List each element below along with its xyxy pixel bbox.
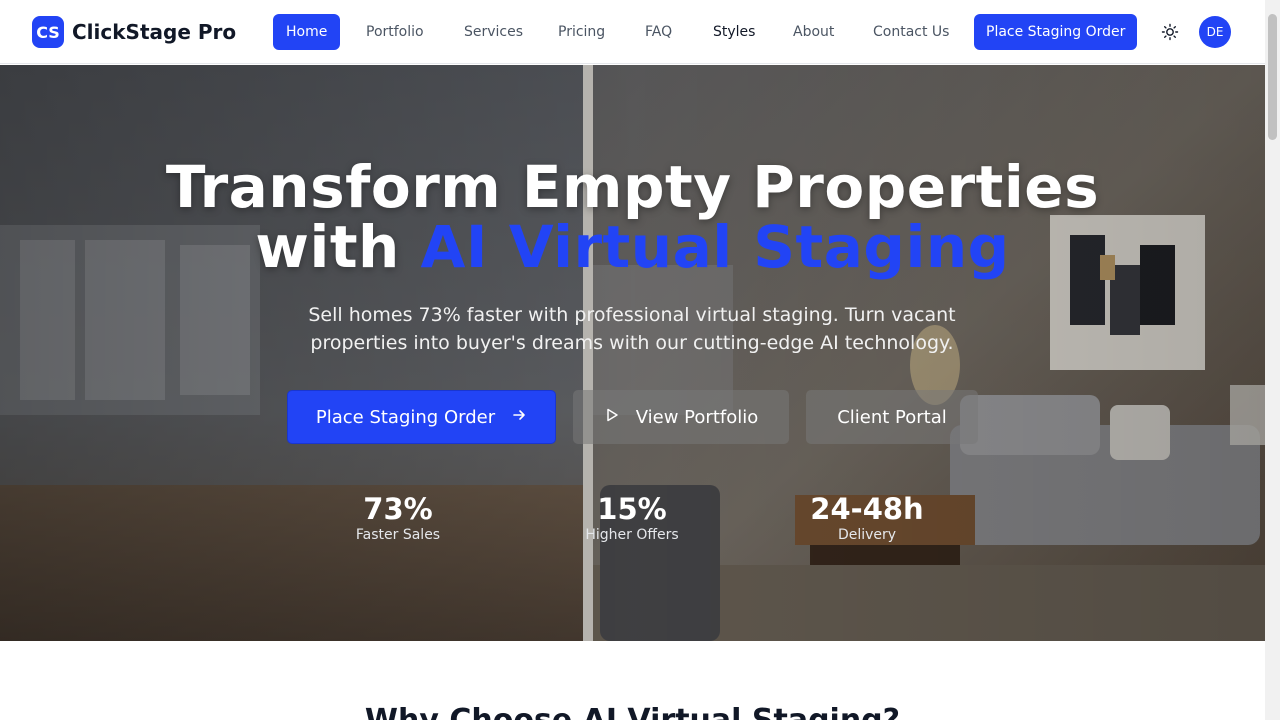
user-avatar[interactable]: DE — [1199, 16, 1231, 48]
place-staging-order-label: Place Staging Order — [315, 406, 496, 428]
view-portfolio-button[interactable]: View Portfolio — [573, 390, 789, 444]
stat-label: Faster Sales — [355, 527, 441, 543]
scrollbar-thumb[interactable] — [1268, 14, 1277, 140]
hero-headline-accent: AI Virtual Staging — [420, 213, 1010, 281]
arrow-right-icon — [511, 407, 527, 427]
site-header: CS ClickStage Pro Home Portfolio Service… — [0, 0, 1265, 64]
section-title: Why Choose AI Virtual Staging? — [0, 703, 1265, 720]
stat-label: Higher Offers — [585, 527, 679, 543]
stat-higher-offers: 15% Higher Offers — [542, 492, 722, 544]
nav-contact-us[interactable]: Contact Us — [860, 14, 962, 50]
nav-services[interactable]: Services — [451, 14, 536, 50]
logo-badge: CS — [32, 16, 64, 48]
play-icon — [604, 407, 620, 428]
hero-headline: Transform Empty Properties with AI Virtu… — [0, 157, 1265, 277]
stat-value: 73% — [363, 492, 433, 526]
sun-icon — [1161, 23, 1179, 41]
hero-subtitle: Sell homes 73% faster with professional … — [308, 304, 956, 354]
place-staging-order-button[interactable]: Place Staging Order — [287, 390, 556, 444]
theme-toggle-button[interactable] — [1160, 22, 1180, 42]
stat-faster-sales: 73% Faster Sales — [308, 492, 488, 544]
hero-headline-line1: Transform Empty Properties — [165, 153, 1100, 221]
place-staging-order-nav-button[interactable]: Place Staging Order — [974, 14, 1138, 50]
nav-styles[interactable]: Styles — [700, 14, 768, 50]
brand-logo-link[interactable]: CS ClickStage Pro — [32, 16, 236, 48]
nav-about[interactable]: About — [780, 14, 847, 50]
page-scrollbar[interactable] — [1265, 0, 1280, 720]
nav-portfolio[interactable]: Portfolio — [353, 14, 437, 50]
brand-name: ClickStage Pro — [72, 20, 237, 44]
nav-home[interactable]: Home — [273, 14, 341, 50]
stat-label: Delivery — [837, 527, 897, 543]
client-portal-button[interactable]: Client Portal — [806, 390, 978, 444]
stat-value: 24-48h — [810, 492, 924, 526]
nav-pricing[interactable]: Pricing — [545, 14, 618, 50]
stat-value: 15% — [597, 492, 667, 526]
view-portfolio-label: View Portfolio — [635, 406, 759, 428]
nav-faq[interactable]: FAQ — [632, 14, 685, 50]
stat-delivery: 24-48h Delivery — [777, 492, 957, 544]
hero-headline-prefix: with — [255, 213, 400, 281]
hero-content: Transform Empty Properties with AI Virtu… — [0, 65, 1265, 641]
hero-section: Transform Empty Properties with AI Virtu… — [0, 65, 1265, 641]
why-choose-section: Why Choose AI Virtual Staging? — [0, 641, 1265, 720]
